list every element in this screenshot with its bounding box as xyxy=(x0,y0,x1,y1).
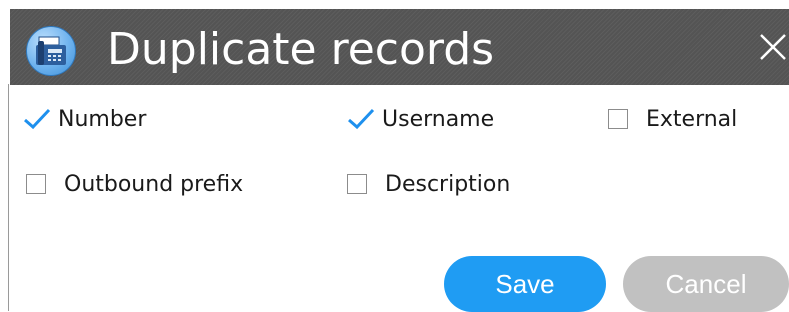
save-button[interactable]: Save xyxy=(444,256,606,312)
description-checkbox[interactable] xyxy=(347,174,367,194)
dialog-title: Duplicate records xyxy=(107,24,495,75)
field-outbound-prefix[interactable]: Outbound prefix xyxy=(22,166,243,202)
dialog-titlebar: Duplicate records xyxy=(10,9,789,85)
field-external-label: External xyxy=(646,106,738,132)
checkmark-icon[interactable] xyxy=(22,107,52,131)
field-username[interactable]: Username xyxy=(346,101,494,137)
external-checkbox[interactable] xyxy=(608,109,628,129)
cancel-button[interactable]: Cancel xyxy=(623,256,789,312)
field-external[interactable]: External xyxy=(604,101,737,137)
field-description[interactable]: Description xyxy=(343,166,510,202)
checkmark-icon[interactable] xyxy=(346,107,376,131)
field-number-label: Number xyxy=(58,106,147,132)
field-number[interactable]: Number xyxy=(22,101,146,137)
dialog-left-border xyxy=(8,84,9,311)
duplicate-records-dialog: Duplicate records Number Username Extern… xyxy=(0,0,789,312)
outbound-prefix-checkbox[interactable] xyxy=(26,174,46,194)
close-icon[interactable] xyxy=(757,31,789,63)
fax-machine-icon xyxy=(26,26,76,76)
field-username-label: Username xyxy=(382,106,495,132)
field-description-label: Description xyxy=(385,171,511,197)
field-outbound-prefix-label: Outbound prefix xyxy=(64,171,244,197)
close-button[interactable] xyxy=(757,31,789,63)
